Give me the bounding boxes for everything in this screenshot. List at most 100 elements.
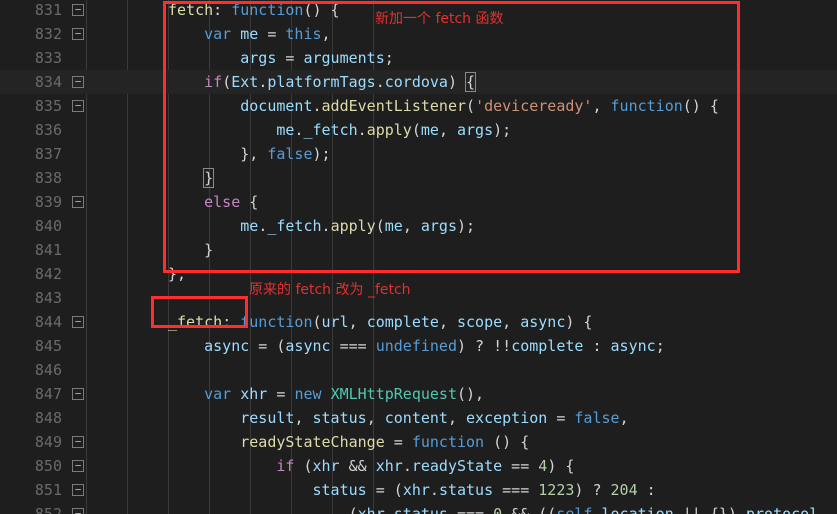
token: },	[168, 265, 187, 283]
code-text[interactable]: var xhr = new XMLHttpRequest(),	[168, 382, 484, 406]
code-line[interactable]: 850 if (xhr && xhr.readyState == 4) {	[0, 454, 837, 478]
token: args	[420, 217, 457, 235]
token: ) {	[547, 457, 575, 475]
token: cordova	[384, 73, 448, 91]
code-text[interactable]: (xhr.status === 0 && ((self.location || …	[168, 502, 819, 514]
token: me	[240, 217, 259, 235]
code-text[interactable]: },	[168, 262, 186, 286]
fold-collapse-icon[interactable]	[72, 76, 84, 88]
token: complete	[511, 337, 584, 355]
token: ,	[502, 313, 521, 331]
code-line[interactable]: 847 var xhr = new XMLHttpRequest(),	[0, 382, 837, 406]
token: && ((	[502, 505, 557, 514]
fold-collapse-icon[interactable]	[72, 4, 84, 16]
code-text[interactable]: result, status, content, exception = fal…	[168, 406, 629, 430]
fold-collapse-icon[interactable]	[72, 484, 84, 496]
code-text[interactable]: _fetch: function(url, complete, scope, a…	[168, 310, 592, 334]
token: () {	[484, 433, 530, 451]
token: xhr	[312, 457, 340, 475]
code-text[interactable]: var me = this,	[168, 22, 330, 46]
fold-collapse-icon[interactable]	[72, 28, 84, 40]
fold-collapse-icon[interactable]	[72, 100, 84, 112]
code-text[interactable]: }	[168, 166, 215, 190]
token: :	[637, 481, 656, 499]
code-text[interactable]: status = (xhr.status === 1223) ? 204 :	[168, 478, 656, 502]
token: ,	[294, 409, 313, 427]
token: args	[457, 121, 494, 139]
line-number: 846	[34, 361, 62, 379]
token: result	[240, 409, 295, 427]
token: .	[258, 217, 268, 235]
code-text[interactable]: document.addEventListener('deviceready',…	[168, 94, 719, 118]
fold-collapse-icon[interactable]	[72, 460, 84, 472]
line-number: 838	[34, 169, 62, 187]
code-line[interactable]: 844 _fetch: function(url, complete, scope…	[0, 310, 837, 334]
token: ,	[619, 409, 629, 427]
token: (	[294, 457, 313, 475]
fold-collapse-icon[interactable]	[72, 388, 84, 400]
code-line[interactable]: 845 async = (async === undefined) ? !!co…	[0, 334, 837, 358]
token: || {}).	[673, 505, 746, 514]
token: function	[240, 313, 313, 331]
token: document	[240, 97, 313, 115]
token: (),	[457, 385, 485, 403]
fold-collapse-icon[interactable]	[72, 508, 84, 514]
token: =	[384, 433, 412, 451]
code-text[interactable]: me._fetch.apply(me, args);	[168, 118, 511, 142]
code-line[interactable]: 848 result, status, content, exception =…	[0, 406, 837, 430]
token: apply	[366, 121, 412, 139]
code-line[interactable]: 846	[0, 358, 837, 382]
token: .	[375, 73, 385, 91]
token: .	[357, 121, 367, 139]
code-line[interactable]: 841 }	[0, 238, 837, 262]
code-line[interactable]: 849 readyStateChange = function () {	[0, 430, 837, 454]
code-line[interactable]: 839 else {	[0, 190, 837, 214]
token: ;	[655, 337, 665, 355]
code-text[interactable]: }	[168, 238, 213, 262]
code-text[interactable]: if (xhr && xhr.readyState == 4) {	[168, 454, 574, 478]
line-number: 844	[34, 313, 62, 331]
code-text[interactable]: args = arguments;	[168, 46, 394, 70]
code-line[interactable]: 842},	[0, 262, 837, 286]
fold-collapse-icon[interactable]	[72, 436, 84, 448]
code-line[interactable]: 838 }	[0, 166, 837, 190]
code-text[interactable]: if(Ext.platformTags.cordova) {	[168, 70, 477, 94]
token: (	[222, 73, 232, 91]
code-line[interactable]: 836 me._fetch.apply(me, args);	[0, 118, 837, 142]
code-text[interactable]: readyStateChange = function () {	[168, 430, 529, 454]
token: addEventListener	[321, 97, 467, 115]
token: .	[258, 73, 268, 91]
token: this	[285, 25, 322, 43]
code-line[interactable]: 843	[0, 286, 837, 310]
code-text[interactable]: else {	[168, 190, 258, 214]
code-line[interactable]: 835 document.addEventListener('devicerea…	[0, 94, 837, 118]
token: ) ? !!	[457, 337, 512, 355]
token: me	[276, 121, 295, 139]
fold-collapse-icon[interactable]	[72, 316, 84, 328]
token: =	[267, 385, 295, 403]
fold-collapse-icon[interactable]	[72, 196, 84, 208]
code-text[interactable]: }, false);	[168, 142, 330, 166]
token: status	[312, 481, 367, 499]
code-line[interactable]: 840 me._fetch.apply(me, args);	[0, 214, 837, 238]
line-number: 837	[34, 145, 62, 163]
code-line[interactable]: 851 status = (xhr.status === 1223) ? 204…	[0, 478, 837, 502]
code-line[interactable]: 852 (xhr.status === 0 && ((self.location…	[0, 502, 837, 514]
code-line[interactable]: 833 args = arguments;	[0, 46, 837, 70]
code-text[interactable]: fetch: function() {	[168, 0, 340, 22]
code-line[interactable]: 837 }, false);	[0, 142, 837, 166]
code-text[interactable]: async = (async === undefined) ? !!comple…	[168, 334, 665, 358]
token: args	[240, 49, 277, 67]
token: :	[583, 337, 611, 355]
code-line[interactable]: 834 if(Ext.platformTags.cordova) {	[0, 70, 837, 94]
token: .	[592, 505, 602, 514]
token: ;	[384, 49, 394, 67]
code-editor[interactable]: 831fetch: function() {832 var me = this,…	[0, 0, 837, 514]
code-text[interactable]: me._fetch.apply(me, args);	[168, 214, 475, 238]
